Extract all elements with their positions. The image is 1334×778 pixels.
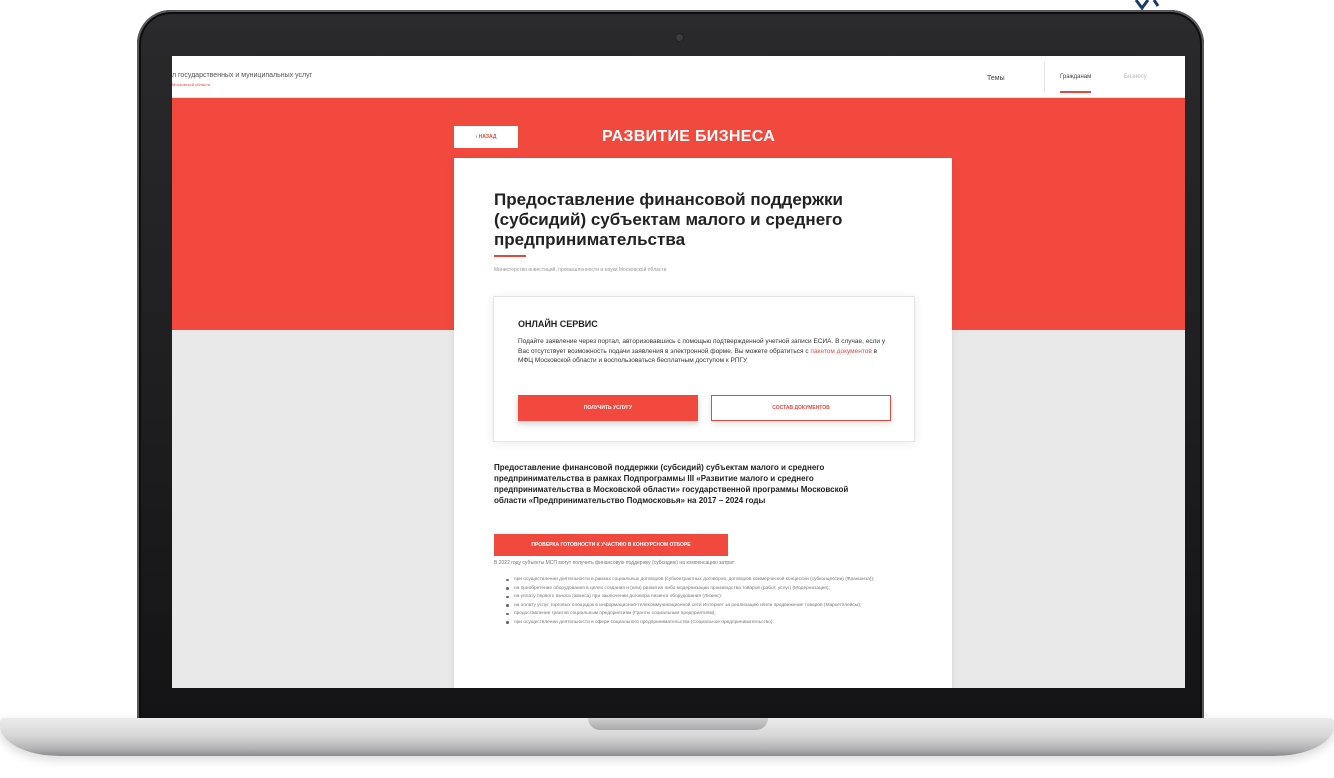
portal-title[interactable]: л государственных и муниципальных услуг [172, 72, 312, 79]
site-header: л государственных и муниципальных услуг … [172, 56, 1185, 98]
list-item: при осуществлении деятельности в сфере с… [506, 619, 921, 627]
page-title: РАЗВИТИЕ БИЗНЕСА [602, 128, 776, 145]
title-underline [494, 255, 526, 257]
list-item: предоставление грантов социальным предпр… [506, 610, 921, 618]
webcam-icon [676, 34, 683, 41]
get-service-button[interactable]: ПОЛУЧИТЬ УСЛУГУ [518, 395, 698, 421]
service-title: Предоставление финансовой поддержки (суб… [494, 190, 843, 249]
subprogram-description: Предоставление финансовой поддержки (суб… [494, 463, 849, 505]
nav-divider [1044, 62, 1045, 92]
laptop-screen: л государственных и муниципальных услуг … [172, 56, 1185, 688]
laptop-base-notch [588, 718, 768, 730]
online-service-box: ОНЛАЙН СЕРВИС Подайте заявление через по… [493, 296, 915, 442]
list-item: на приобретение оборудования в целях соз… [506, 585, 921, 593]
documents-package-link[interactable]: пакетом документов [810, 348, 871, 355]
support-list: при осуществлении деятельности в рамках … [506, 576, 921, 627]
online-service-heading: ОНЛАЙН СЕРВИС [518, 319, 598, 329]
portal-subtitle: Московской области [172, 82, 211, 87]
nav-topics[interactable]: Темы [987, 75, 1005, 82]
online-service-text: Подайте заявление через портал, авторизо… [518, 337, 888, 366]
readiness-check-button[interactable]: ПРОВЕРКА ГОТОВНОСТИ К УЧАСТИЮ В КОНКУРСН… [494, 534, 728, 556]
tab-citizens[interactable]: Гражданам [1060, 74, 1092, 93]
list-item: на оплату услуг торговых площадок в инфо… [506, 602, 921, 610]
tab-business[interactable]: Бизнесу [1124, 74, 1147, 80]
service-card: Предоставление финансовой поддержки (суб… [454, 158, 952, 688]
list-item: на уплату первого взноса (аванса) при за… [506, 593, 921, 601]
support-intro: В 2022 году субъекты МСП могут получить … [494, 560, 736, 566]
corner-logo-icon [1134, 0, 1160, 10]
ministry-name: Министерство инвестиций, промышленности … [494, 267, 667, 273]
documents-list-button[interactable]: СОСТАВ ДОКУМЕНТОВ [711, 395, 891, 421]
back-button[interactable]: ‹ НАЗАД [454, 126, 518, 148]
list-item: при осуществлении деятельности в рамках … [506, 576, 921, 584]
